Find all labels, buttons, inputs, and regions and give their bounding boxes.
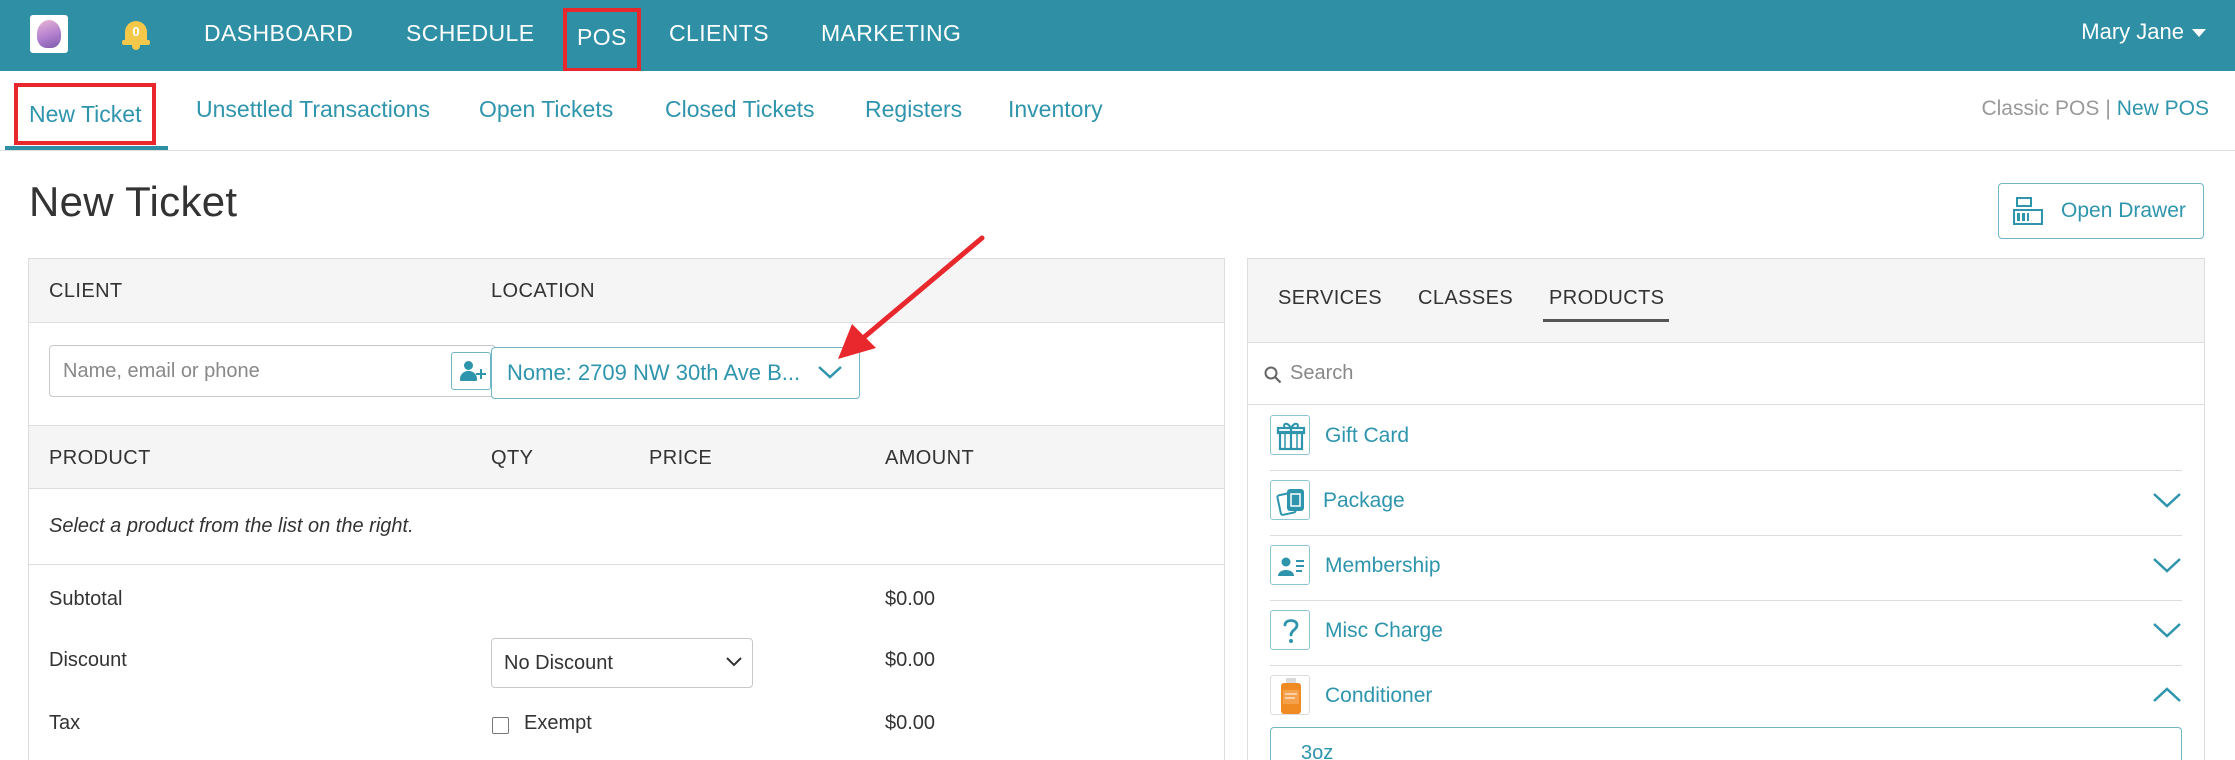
catalog-item-label: Gift Card <box>1325 424 1410 447</box>
salon-logo[interactable] <box>30 15 68 53</box>
caret-down-icon <box>2192 29 2206 38</box>
location-select[interactable]: Nome: 2709 NW 30th Ave B... <box>491 347 860 399</box>
tax-value: $0.00 <box>885 712 936 734</box>
gift-icon <box>1270 415 1310 455</box>
product-table-header: PRODUCT QTY PRICE AMOUNT <box>29 425 1224 489</box>
catalog-search-input[interactable] <box>1290 353 2170 393</box>
open-drawer-label: Open Drawer <box>2061 199 2186 222</box>
classic-pos-link[interactable]: Classic POS <box>1981 97 2099 120</box>
nav-marketing[interactable]: MARKETING <box>821 0 961 71</box>
catalog-panel: SERVICES CLASSES PRODUCTS Gift Card <box>1247 258 2205 760</box>
discount-select[interactable]: No Discount <box>491 638 753 688</box>
nav-schedule[interactable]: SCHEDULE <box>406 0 534 71</box>
discount-label: Discount <box>49 649 127 671</box>
nav-pos[interactable]: POS <box>563 8 641 72</box>
subnav-inventory[interactable]: Inventory <box>1008 71 1103 149</box>
top-navbar: 0 DASHBOARD SCHEDULE POS CLIENTS MARKETI… <box>0 0 2235 72</box>
user-name: Mary Jane <box>2081 19 2184 44</box>
logo-image <box>37 20 61 48</box>
add-client-button[interactable] <box>451 352 491 390</box>
ticket-header: CLIENT LOCATION <box>29 259 1224 323</box>
catalog-search <box>1248 343 2204 405</box>
open-drawer-button[interactable]: Open Drawer <box>1998 183 2204 239</box>
subnav-unsettled-transactions[interactable]: Unsettled Transactions <box>196 71 430 149</box>
catalog-tabs: SERVICES CLASSES PRODUCTS <box>1248 259 2204 343</box>
col-qty: QTY <box>491 447 534 469</box>
chevron-down-icon <box>2153 623 2181 638</box>
notification-count: 0 <box>132 24 140 39</box>
catalog-item-label: Misc Charge <box>1325 619 1443 642</box>
question-icon <box>1270 610 1310 650</box>
catalog-item-package[interactable]: Package <box>1270 471 2182 536</box>
col-product: PRODUCT <box>49 447 151 469</box>
client-label: CLIENT <box>49 280 123 302</box>
location-value: Nome: 2709 NW 30th Ave B... <box>507 360 801 385</box>
chevron-down-icon <box>2153 493 2181 508</box>
chevron-up-icon <box>2153 687 2181 702</box>
chevron-down-icon <box>2153 558 2181 573</box>
tax-exempt-checkbox[interactable] <box>492 717 509 734</box>
tab-classes[interactable]: CLASSES <box>1418 287 1513 310</box>
search-icon <box>1264 366 1282 384</box>
subnav-open-tickets[interactable]: Open Tickets <box>479 71 613 149</box>
new-pos-link[interactable]: New POS <box>2117 97 2209 120</box>
catalog-item-label: Conditioner <box>1325 684 1433 707</box>
user-menu[interactable]: Mary Jane <box>2081 0 2206 66</box>
tab-services[interactable]: SERVICES <box>1278 287 1382 310</box>
tax-label: Tax <box>49 712 81 734</box>
subtotal-value: $0.00 <box>885 588 936 610</box>
active-tab-underline <box>1543 319 1669 322</box>
ticket-panel: CLIENT LOCATION Nome: 2709 NW 30th Ave B… <box>28 258 1225 760</box>
catalog-item-gift-card[interactable]: Gift Card <box>1270 406 2182 471</box>
catalog-item-label: Package <box>1323 489 1405 512</box>
tax-exempt-label: Exempt <box>524 712 592 734</box>
subtotal-label: Subtotal <box>49 588 123 610</box>
notification-bell-icon[interactable]: 0 <box>122 18 150 50</box>
catalog-item-conditioner[interactable]: Conditioner <box>1270 666 2182 731</box>
location-label: LOCATION <box>491 280 595 302</box>
divider <box>29 564 1224 565</box>
empty-ticket-hint: Select a product from the list on the ri… <box>49 515 414 537</box>
client-search-field <box>49 345 496 397</box>
catalog-item-membership[interactable]: Membership <box>1270 536 2182 601</box>
variant-label: 3oz <box>1301 742 1334 760</box>
discount-select-value: No Discount <box>504 652 613 674</box>
subnav-new-ticket[interactable]: New Ticket <box>14 83 157 145</box>
subnav-closed-tickets[interactable]: Closed Tickets <box>665 71 815 149</box>
conditioner-product-image <box>1270 675 1310 715</box>
nav-dashboard[interactable]: DASHBOARD <box>204 0 353 71</box>
cash-register-icon <box>2013 197 2043 225</box>
subnav-registers[interactable]: Registers <box>865 71 962 149</box>
page-title: New Ticket <box>29 178 238 225</box>
package-icon <box>1270 480 1310 520</box>
catalog-item-misc-charge[interactable]: Misc Charge <box>1270 601 2182 666</box>
add-user-icon <box>464 361 473 370</box>
pos-version-switch: Classic POS | New POS <box>1981 71 2209 149</box>
active-tab-underline <box>5 146 168 150</box>
col-price: PRICE <box>649 447 713 469</box>
pos-subnav: New Ticket Unsettled Transactions Open T… <box>0 71 2235 151</box>
annotation-arrow-icon <box>838 235 985 359</box>
discount-value: $0.00 <box>885 649 936 671</box>
nav-clients[interactable]: CLIENTS <box>669 0 769 71</box>
product-variant-option[interactable]: 3oz <box>1270 727 2182 760</box>
client-search-input[interactable] <box>50 346 425 396</box>
pos-switch-separator: | <box>2105 97 2111 120</box>
catalog-item-label: Membership <box>1325 554 1441 577</box>
col-amount: AMOUNT <box>885 447 975 469</box>
membership-icon <box>1270 545 1310 585</box>
chevron-down-icon <box>726 657 742 667</box>
tab-products[interactable]: PRODUCTS <box>1549 287 1664 310</box>
